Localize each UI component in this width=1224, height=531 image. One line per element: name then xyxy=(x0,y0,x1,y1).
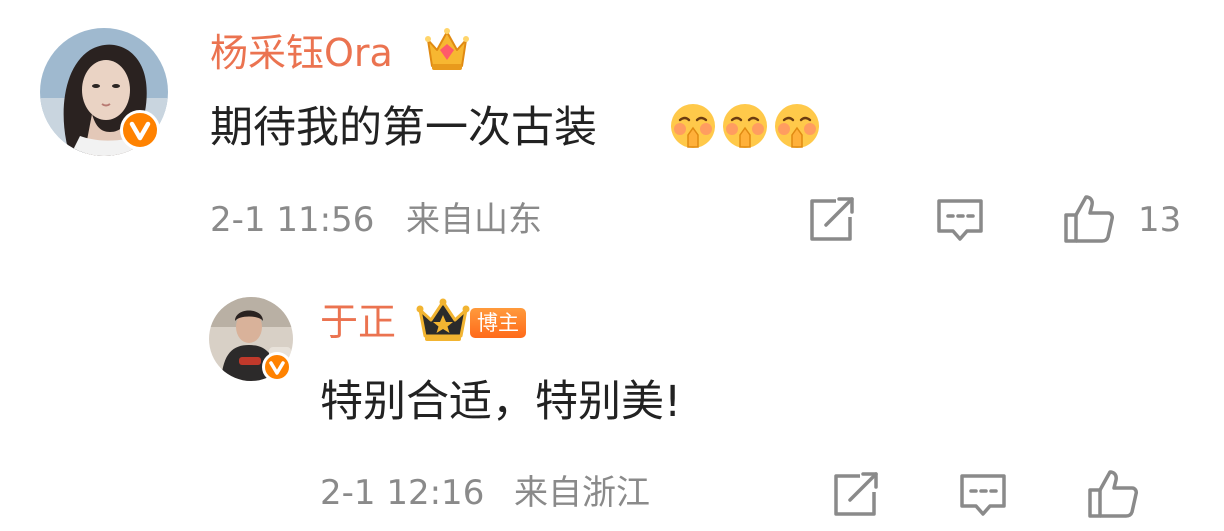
vip-crown-icon xyxy=(424,26,470,74)
host-badge: 博主 xyxy=(470,308,526,338)
shush-face-emoji-icon xyxy=(720,101,770,151)
reply-time: 2-1 12:16 xyxy=(320,473,485,513)
shush-face-emoji-icon xyxy=(772,101,822,151)
verified-badge-icon xyxy=(120,110,160,150)
comment-text: 期待我的第一次古装 xyxy=(210,103,597,153)
comment-icon[interactable] xyxy=(958,472,1008,520)
reply-location: 来自浙江 xyxy=(514,473,650,513)
comment-username[interactable]: 杨采钰Ora xyxy=(210,34,393,72)
like-count: 13 xyxy=(1138,200,1182,240)
vip-crown-icon xyxy=(416,298,470,344)
comment-icon[interactable] xyxy=(935,197,985,245)
comment-time: 2-1 11:56 xyxy=(210,200,375,240)
share-icon[interactable] xyxy=(830,472,880,518)
comment-location: 来自山东 xyxy=(406,200,542,240)
verified-badge-icon xyxy=(262,352,292,382)
shush-face-emoji-icon xyxy=(668,101,718,151)
share-icon[interactable] xyxy=(806,197,856,243)
like-thumb-icon[interactable] xyxy=(1062,193,1116,245)
like-thumb-icon[interactable] xyxy=(1086,468,1140,520)
reply-text: 特别合适，特别美! xyxy=(320,377,682,427)
reply-username[interactable]: 于正 xyxy=(320,303,396,341)
